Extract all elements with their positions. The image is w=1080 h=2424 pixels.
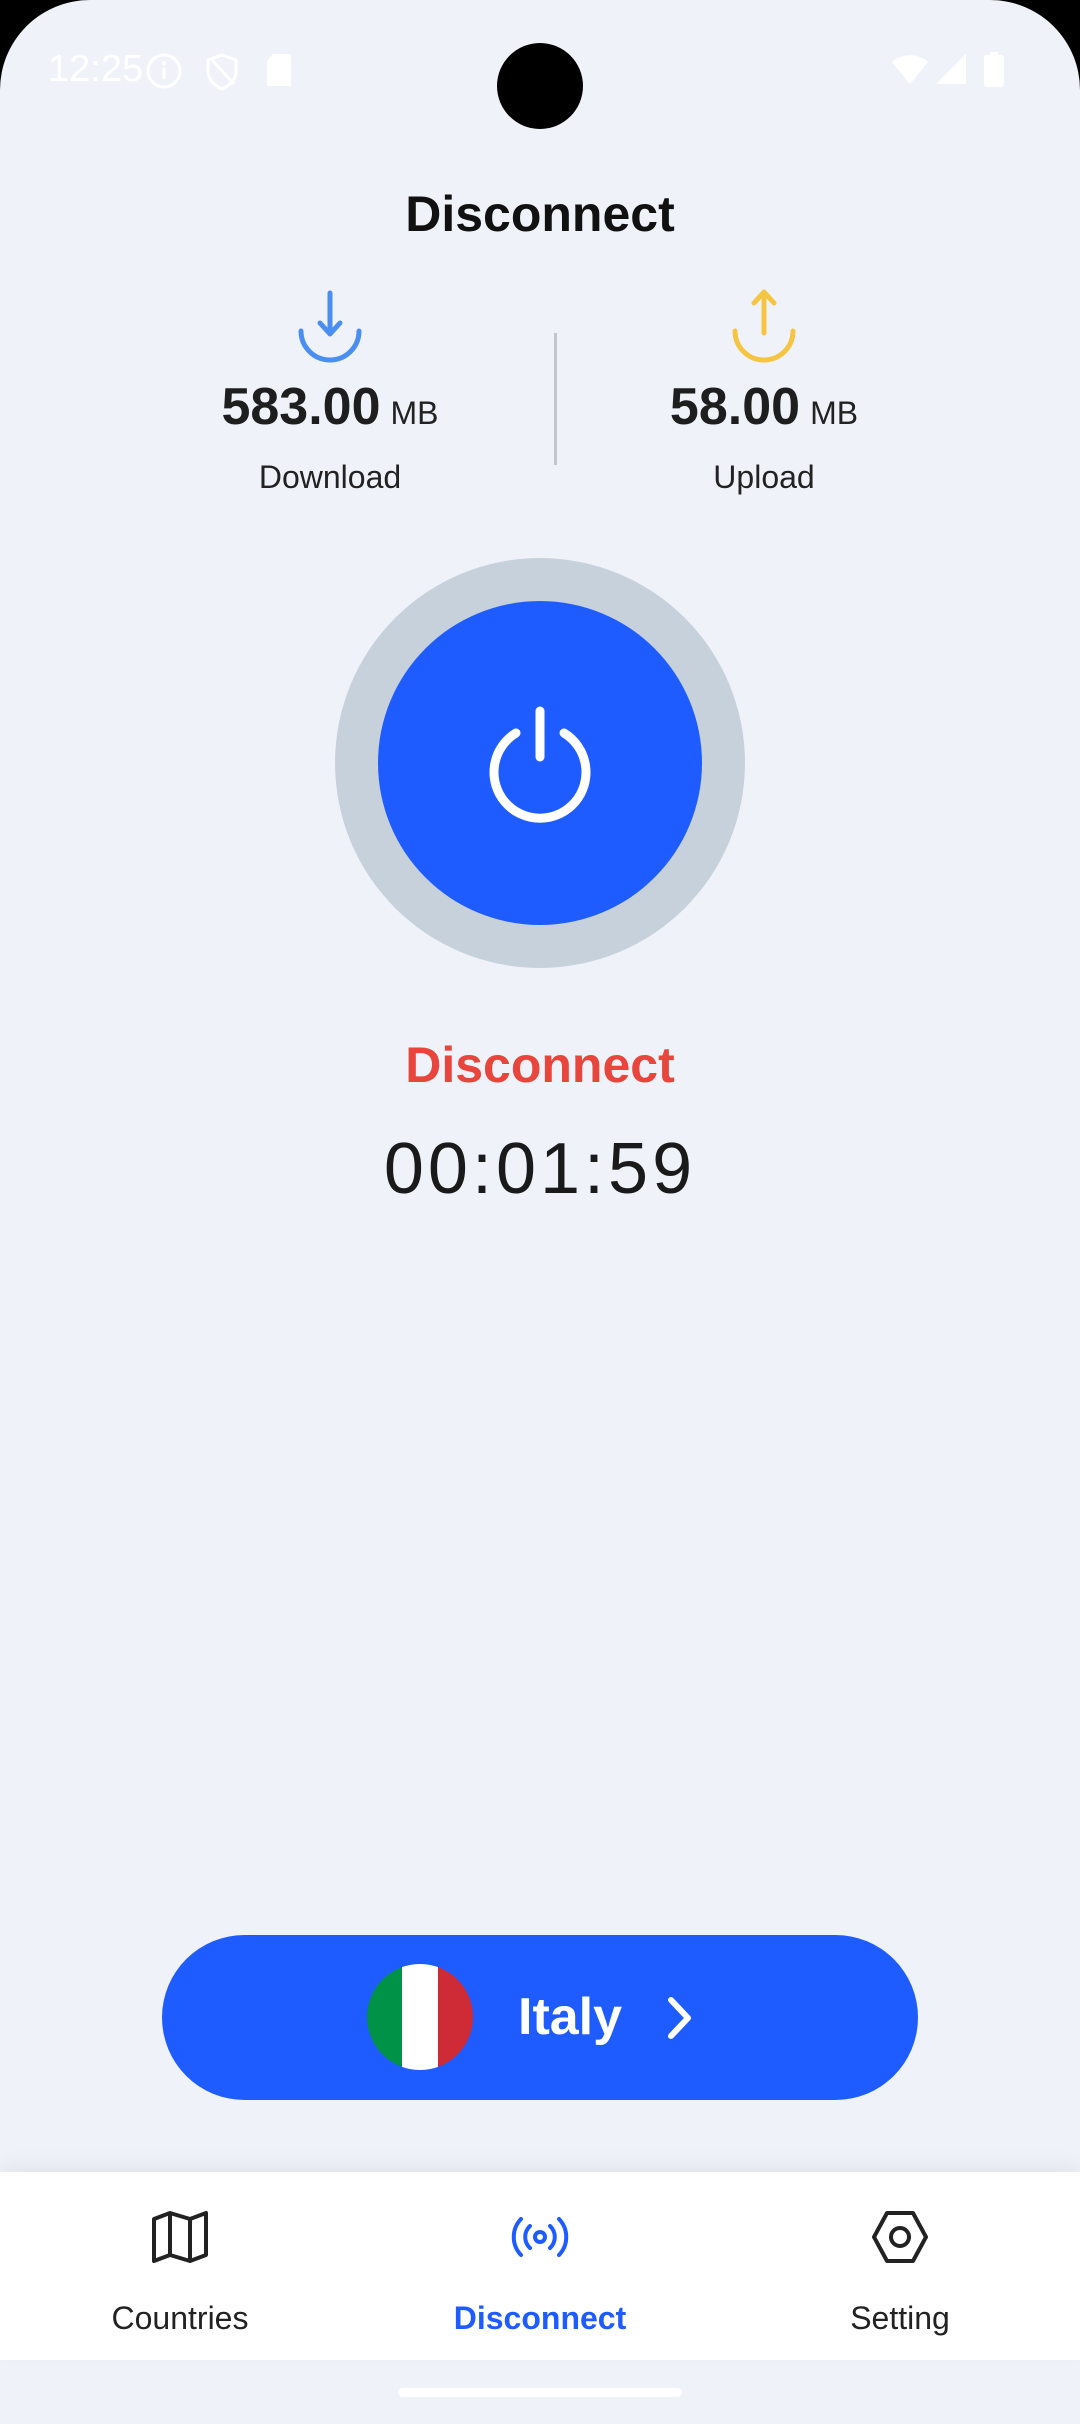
italy-flag-icon	[367, 1964, 473, 2070]
nav-item-countries[interactable]: Countries	[0, 2172, 360, 2360]
download-icon	[298, 290, 362, 363]
page-title: Disconnect	[405, 186, 675, 242]
upload-stat: 58.00 MB Upload	[564, 285, 964, 496]
country-selector-button[interactable]: Italy	[162, 1935, 918, 2100]
nav-item-setting[interactable]: Setting	[720, 2172, 1080, 2360]
nav-label-disconnect: Disconnect	[453, 2300, 627, 2336]
power-button[interactable]	[378, 601, 702, 925]
camera-cutout	[497, 43, 583, 129]
vpn-screen: 12:25 Disconnect 583.00 MB Download 58.0…	[0, 0, 1080, 2424]
upload-value: 58.00	[669, 378, 801, 436]
settings-icon	[872, 2211, 928, 2263]
wifi-icon	[890, 52, 930, 91]
download-label: Download	[258, 459, 402, 495]
shield-icon	[204, 52, 240, 97]
connection-status: Disconnect	[405, 1037, 675, 1093]
download-value: 583.00	[221, 378, 381, 436]
status-time: 12:25	[48, 48, 144, 90]
download-unit: MB	[390, 395, 439, 431]
broadcast-icon	[511, 2217, 569, 2257]
sd-card-icon	[264, 52, 294, 93]
chevron-right-icon	[668, 1997, 691, 2039]
country-name: Italy	[518, 1988, 623, 2046]
upload-label: Upload	[713, 459, 815, 495]
signal-icon	[934, 52, 968, 91]
nav-item-disconnect[interactable]: Disconnect	[360, 2172, 720, 2360]
stats-divider	[554, 333, 557, 465]
nav-label-countries: Countries	[111, 2300, 249, 2336]
battery-icon	[983, 52, 1005, 93]
upload-unit: MB	[810, 395, 859, 431]
upload-icon	[732, 289, 796, 363]
nav-label-setting: Setting	[850, 2300, 950, 2336]
info-icon	[145, 52, 183, 95]
home-indicator[interactable]	[398, 2388, 682, 2397]
map-icon	[152, 2211, 208, 2263]
power-icon	[489, 706, 591, 823]
connection-timer: 00:01:59	[383, 1129, 697, 1209]
download-stat: 583.00 MB Download	[130, 285, 530, 496]
bottom-nav: Countries Disconnect Setting	[0, 2172, 1080, 2360]
